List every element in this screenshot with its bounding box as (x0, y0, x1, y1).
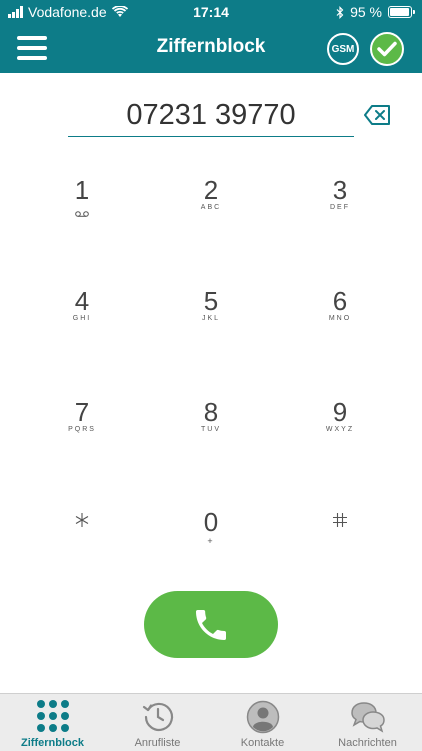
battery-icon (388, 6, 415, 18)
key-2[interactable]: 2 ABC (171, 176, 251, 236)
key-letters: + (207, 536, 215, 546)
key-3[interactable]: 3 DEF (300, 176, 380, 236)
keypad-grid-icon (36, 700, 69, 732)
phone-number-field[interactable]: 07231 39770 (68, 96, 354, 137)
contact-icon (246, 700, 279, 734)
tab-label: Nachrichten (338, 737, 397, 749)
tab-label: Kontakte (240, 737, 285, 749)
voicemail-icon (75, 211, 89, 217)
key-4[interactable]: 4 GHI (42, 287, 122, 347)
key-digit: 8 (203, 397, 219, 427)
key-7[interactable]: 7 PQRS (42, 398, 122, 458)
key-star[interactable] (42, 512, 122, 572)
battery-percent: 95 % (350, 4, 382, 20)
phone-icon (196, 609, 226, 640)
key-digit: 3 (332, 175, 348, 205)
app-header: Vodafone.de 17:14 95 % Ziffernblock GSM (0, 0, 422, 73)
clock-history-icon (142, 702, 173, 732)
key-digit: 0 (203, 507, 219, 537)
key-digit: 7 (74, 397, 90, 427)
tab-label: Ziffernblock (21, 737, 84, 749)
key-hash[interactable] (300, 512, 380, 572)
key-digit: 4 (74, 286, 90, 316)
key-digit: 2 (203, 175, 219, 205)
key-letters: WXYZ (325, 426, 355, 433)
key-letters: PQRS (68, 426, 96, 433)
tab-label: Anrufliste (134, 737, 181, 749)
key-5[interactable]: 5 JKL (171, 287, 251, 347)
tab-nachrichten[interactable]: Nachrichten (315, 694, 420, 751)
key-letters: GHI (72, 315, 92, 322)
backspace-icon[interactable] (364, 104, 392, 126)
key-letters: TUV (201, 426, 221, 433)
status-right: 95 % (336, 4, 415, 20)
key-0[interactable]: 0 + (171, 508, 251, 568)
hash-icon (333, 513, 347, 527)
bluetooth-icon (336, 5, 344, 19)
key-letters: JKL (201, 315, 221, 322)
key-digit: 9 (332, 397, 348, 427)
key-8[interactable]: 8 TUV (171, 398, 251, 458)
key-letters: MNO (328, 315, 352, 322)
key-9[interactable]: 9 WXYZ (300, 398, 380, 458)
key-1[interactable]: 1 (42, 176, 122, 236)
key-letters: DEF (330, 204, 350, 211)
key-digit: 6 (332, 286, 348, 316)
key-digit: 5 (203, 286, 219, 316)
gsm-button[interactable]: GSM (327, 33, 359, 65)
tab-kontakte[interactable]: Kontakte (210, 694, 315, 751)
key-6[interactable]: 6 MNO (300, 287, 380, 347)
chat-bubbles-icon (350, 702, 385, 733)
tab-ziffernblock[interactable]: Ziffernblock (0, 694, 105, 751)
check-icon[interactable] (370, 32, 404, 66)
tab-anrufliste[interactable]: Anrufliste (105, 694, 210, 751)
key-letters: ABC (200, 204, 222, 211)
asterisk-icon (75, 513, 89, 527)
call-button[interactable] (144, 591, 278, 658)
key-digit: 1 (74, 175, 90, 205)
status-bar: Vodafone.de 17:14 95 % (0, 0, 422, 24)
tab-bar: Ziffernblock Anrufliste Kontakte Nachric… (0, 693, 422, 751)
